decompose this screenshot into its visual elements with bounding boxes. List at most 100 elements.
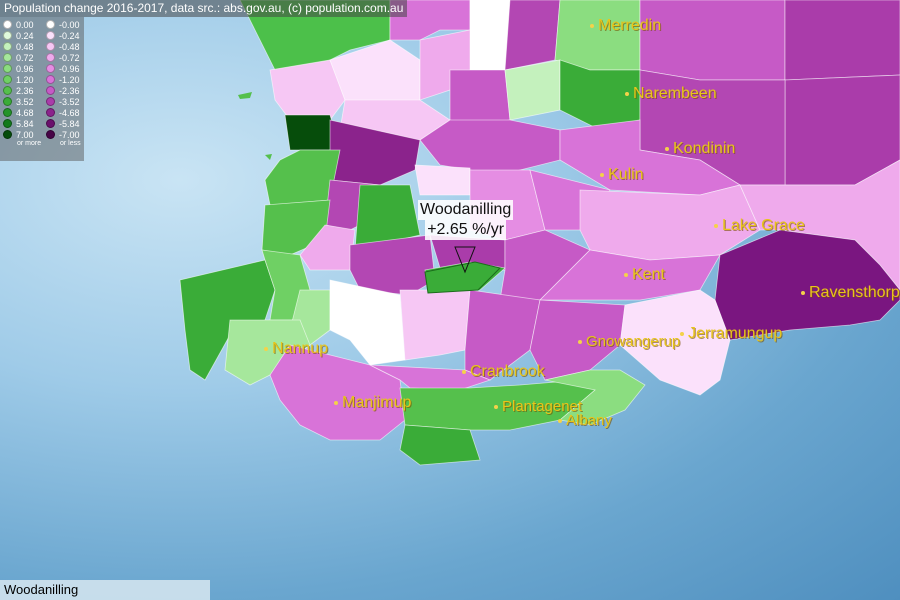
legend-swatch (3, 75, 12, 84)
town-label[interactable]: Manjimup (334, 394, 411, 412)
region (504, 0, 561, 71)
town-label[interactable]: Kondinin (665, 140, 735, 158)
selected-region-label: Woodanilling (0, 580, 210, 600)
legend-label: 0.72 (16, 52, 34, 63)
legend-item: -5.84 (46, 118, 81, 129)
map-view[interactable]: Population change 2016-2017, data src.: … (0, 0, 900, 600)
region (504, 59, 561, 121)
legend-item: -3.52 (46, 96, 81, 107)
island (265, 154, 272, 160)
town-label[interactable]: Kulin (600, 166, 644, 184)
town-label[interactable]: Kent (624, 266, 665, 284)
legend-item: 3.52 (3, 96, 41, 107)
legend-label: -1.20 (59, 74, 80, 85)
legend-label: -7.00 (59, 129, 80, 140)
town-marker-icon (624, 273, 628, 277)
town-label[interactable]: Albany (558, 412, 612, 429)
region (399, 424, 481, 466)
region (414, 164, 471, 196)
legend-label: -4.68 (59, 107, 80, 118)
legend-item: 0.24 (3, 30, 41, 41)
legend-item: -4.68 (46, 107, 81, 118)
legend-label: -0.00 (59, 19, 80, 30)
legend-swatch (46, 20, 55, 29)
town-marker-icon (558, 418, 562, 423)
legend-item: 2.36 (3, 85, 41, 96)
callout-value: +2.65 %/yr (425, 220, 507, 240)
legend-item: 0.00 (3, 19, 41, 30)
region (554, 0, 641, 71)
legend-item: 0.48 (3, 41, 41, 52)
legend-swatch (46, 64, 55, 73)
town-marker-icon (625, 92, 629, 96)
town-marker-icon (665, 147, 669, 151)
town-marker-icon (462, 370, 466, 374)
town-label[interactable]: Ravensthorpe (801, 284, 900, 302)
town-label[interactable]: Jerramungup (680, 325, 782, 343)
legend-label: 7.00 (16, 129, 34, 140)
legend-label: 0.24 (16, 30, 34, 41)
region (639, 0, 786, 81)
region (469, 0, 511, 71)
legend-item: 4.68 (3, 107, 41, 118)
legend-label: -0.48 (59, 41, 80, 52)
region (784, 74, 900, 186)
legend-label: 1.20 (16, 74, 34, 85)
town-label[interactable]: Narembeen (625, 85, 717, 103)
legend-swatch (46, 86, 55, 95)
town-marker-icon (600, 173, 604, 177)
region-callout: Woodanilling +2.65 %/yr (418, 200, 514, 240)
legend-swatch (46, 75, 55, 84)
town-marker-icon (494, 404, 498, 409)
town-marker-icon (590, 24, 594, 28)
map-title: Population change 2016-2017, data src.: … (0, 0, 408, 17)
legend-item: -0.00 (46, 19, 81, 30)
legend-swatch (46, 42, 55, 51)
town-label[interactable]: Nannup (264, 340, 328, 358)
town-label[interactable]: Cranbrook (462, 363, 545, 381)
legend-swatch (3, 53, 12, 62)
legend-item: -0.96 (46, 63, 81, 74)
legend-item: -2.36 (46, 85, 81, 96)
legend-swatch (46, 119, 55, 128)
legend-item: 1.20 (3, 74, 41, 85)
region-map[interactable] (0, 0, 900, 600)
legend-label: 4.68 (16, 107, 34, 118)
legend-item: -0.24 (46, 30, 81, 41)
legend-swatch (3, 130, 12, 139)
legend-swatch (46, 108, 55, 117)
town-label[interactable]: Gnowangerup (578, 333, 680, 350)
legend-swatch (46, 31, 55, 40)
legend-swatch (3, 31, 12, 40)
region (349, 234, 436, 296)
legend-item: 7.00 (3, 129, 41, 140)
town-label[interactable]: Merredin (590, 17, 661, 35)
legend-label: 0.96 (16, 63, 34, 74)
legend-swatch (3, 108, 12, 117)
legend-note: or less (60, 140, 81, 147)
legend-label: -0.24 (59, 30, 80, 41)
legend-swatch (3, 86, 12, 95)
town-label[interactable]: Lake Grace (714, 217, 805, 235)
legend-swatch (3, 42, 12, 51)
legend-positive: 0.00 0.24 0.48 0.72 0.96 1.20 2.36 3.52 4.68 5.84… (3, 19, 41, 148)
legend-label: -0.72 (59, 52, 80, 63)
town-marker-icon (680, 332, 684, 336)
legend-label: -5.84 (59, 118, 80, 129)
region (399, 289, 471, 361)
legend-swatch (46, 97, 55, 106)
legend-label: 3.52 (16, 96, 34, 107)
legend-note: or more (17, 140, 42, 147)
legend-swatch (3, 20, 12, 29)
legend-item: -7.00 (46, 129, 81, 140)
legend-item: 5.84 (3, 118, 41, 129)
legend-negative: -0.00 -0.24 -0.48 -0.72 -0.96 -1.20 -2.36 -3.52… (46, 19, 81, 148)
legend-label: -2.36 (59, 85, 80, 96)
legend-label: 2.36 (16, 85, 34, 96)
legend-swatch (3, 119, 12, 128)
legend-item: 0.96 (3, 63, 41, 74)
legend-label: 0.48 (16, 41, 34, 52)
legend-swatch (3, 64, 12, 73)
town-marker-icon (264, 347, 268, 351)
legend-label: 0.00 (16, 19, 34, 30)
